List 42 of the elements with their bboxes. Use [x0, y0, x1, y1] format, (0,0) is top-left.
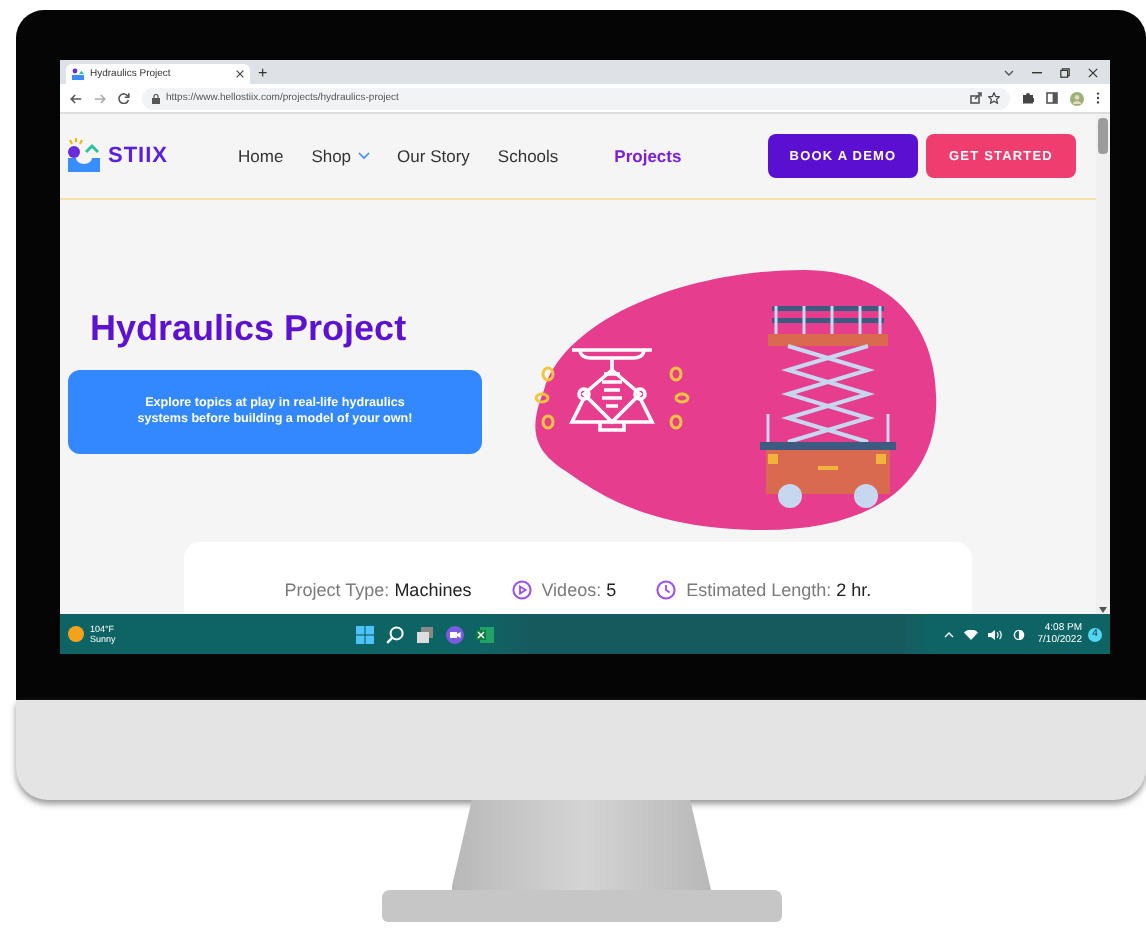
info-label: Estimated Length:: [686, 580, 832, 600]
info-label: Videos:: [541, 580, 602, 600]
info-value: 2 hr.: [836, 580, 872, 600]
clock-icon: [656, 580, 677, 600]
info-value: 5: [606, 580, 617, 600]
speaker-icon[interactable]: [987, 629, 1002, 639]
logo-icon[interactable]: [66, 138, 102, 174]
logo-wordmark[interactable]: STIIX: [108, 144, 169, 168]
task-view-icon[interactable]: [416, 625, 434, 643]
play-circle-icon: [511, 580, 532, 600]
chevron-down-icon[interactable]: [1004, 69, 1014, 75]
share-icon[interactable]: [970, 92, 982, 104]
star-icon[interactable]: [988, 92, 1000, 104]
chevron-down-icon: [357, 152, 370, 160]
chevron-up-icon[interactable]: [943, 631, 954, 637]
sidebar-icon[interactable]: [1046, 92, 1058, 104]
spreadsheet-app-icon[interactable]: [476, 625, 494, 643]
close-tab-icon[interactable]: [236, 70, 244, 78]
video-chat-icon[interactable]: [446, 625, 464, 643]
scroll-thumb[interactable]: [1098, 114, 1108, 154]
hero-title: Hydraulics Project: [90, 306, 409, 350]
lock-icon: [152, 93, 160, 103]
info-value: Machines: [394, 580, 472, 600]
search-icon[interactable]: [386, 625, 404, 643]
info-label: Project Type:: [284, 580, 390, 600]
windows-start-icon[interactable]: [356, 625, 374, 643]
scrollbar[interactable]: [1096, 114, 1110, 614]
minimize-icon[interactable]: [1032, 71, 1042, 73]
nav-link[interactable]: Schools: [497, 146, 559, 166]
close-icon[interactable]: [1088, 67, 1098, 77]
nav-link[interactable]: Projects: [614, 146, 682, 166]
nav-link[interactable]: Shop: [311, 146, 370, 166]
nav-link[interactable]: Our Story: [397, 146, 470, 166]
restore-icon[interactable]: [1060, 67, 1070, 77]
new-tab-button[interactable]: +: [258, 64, 268, 84]
nav-link[interactable]: Home: [238, 146, 284, 166]
sun-icon[interactable]: [68, 626, 84, 642]
back-arrow-icon[interactable]: [70, 93, 82, 103]
wifi-icon[interactable]: [963, 629, 978, 639]
favicon-icon: [72, 68, 84, 80]
reload-icon[interactable]: [118, 92, 130, 104]
scroll-down-arrow-icon[interactable]: [1098, 606, 1108, 614]
